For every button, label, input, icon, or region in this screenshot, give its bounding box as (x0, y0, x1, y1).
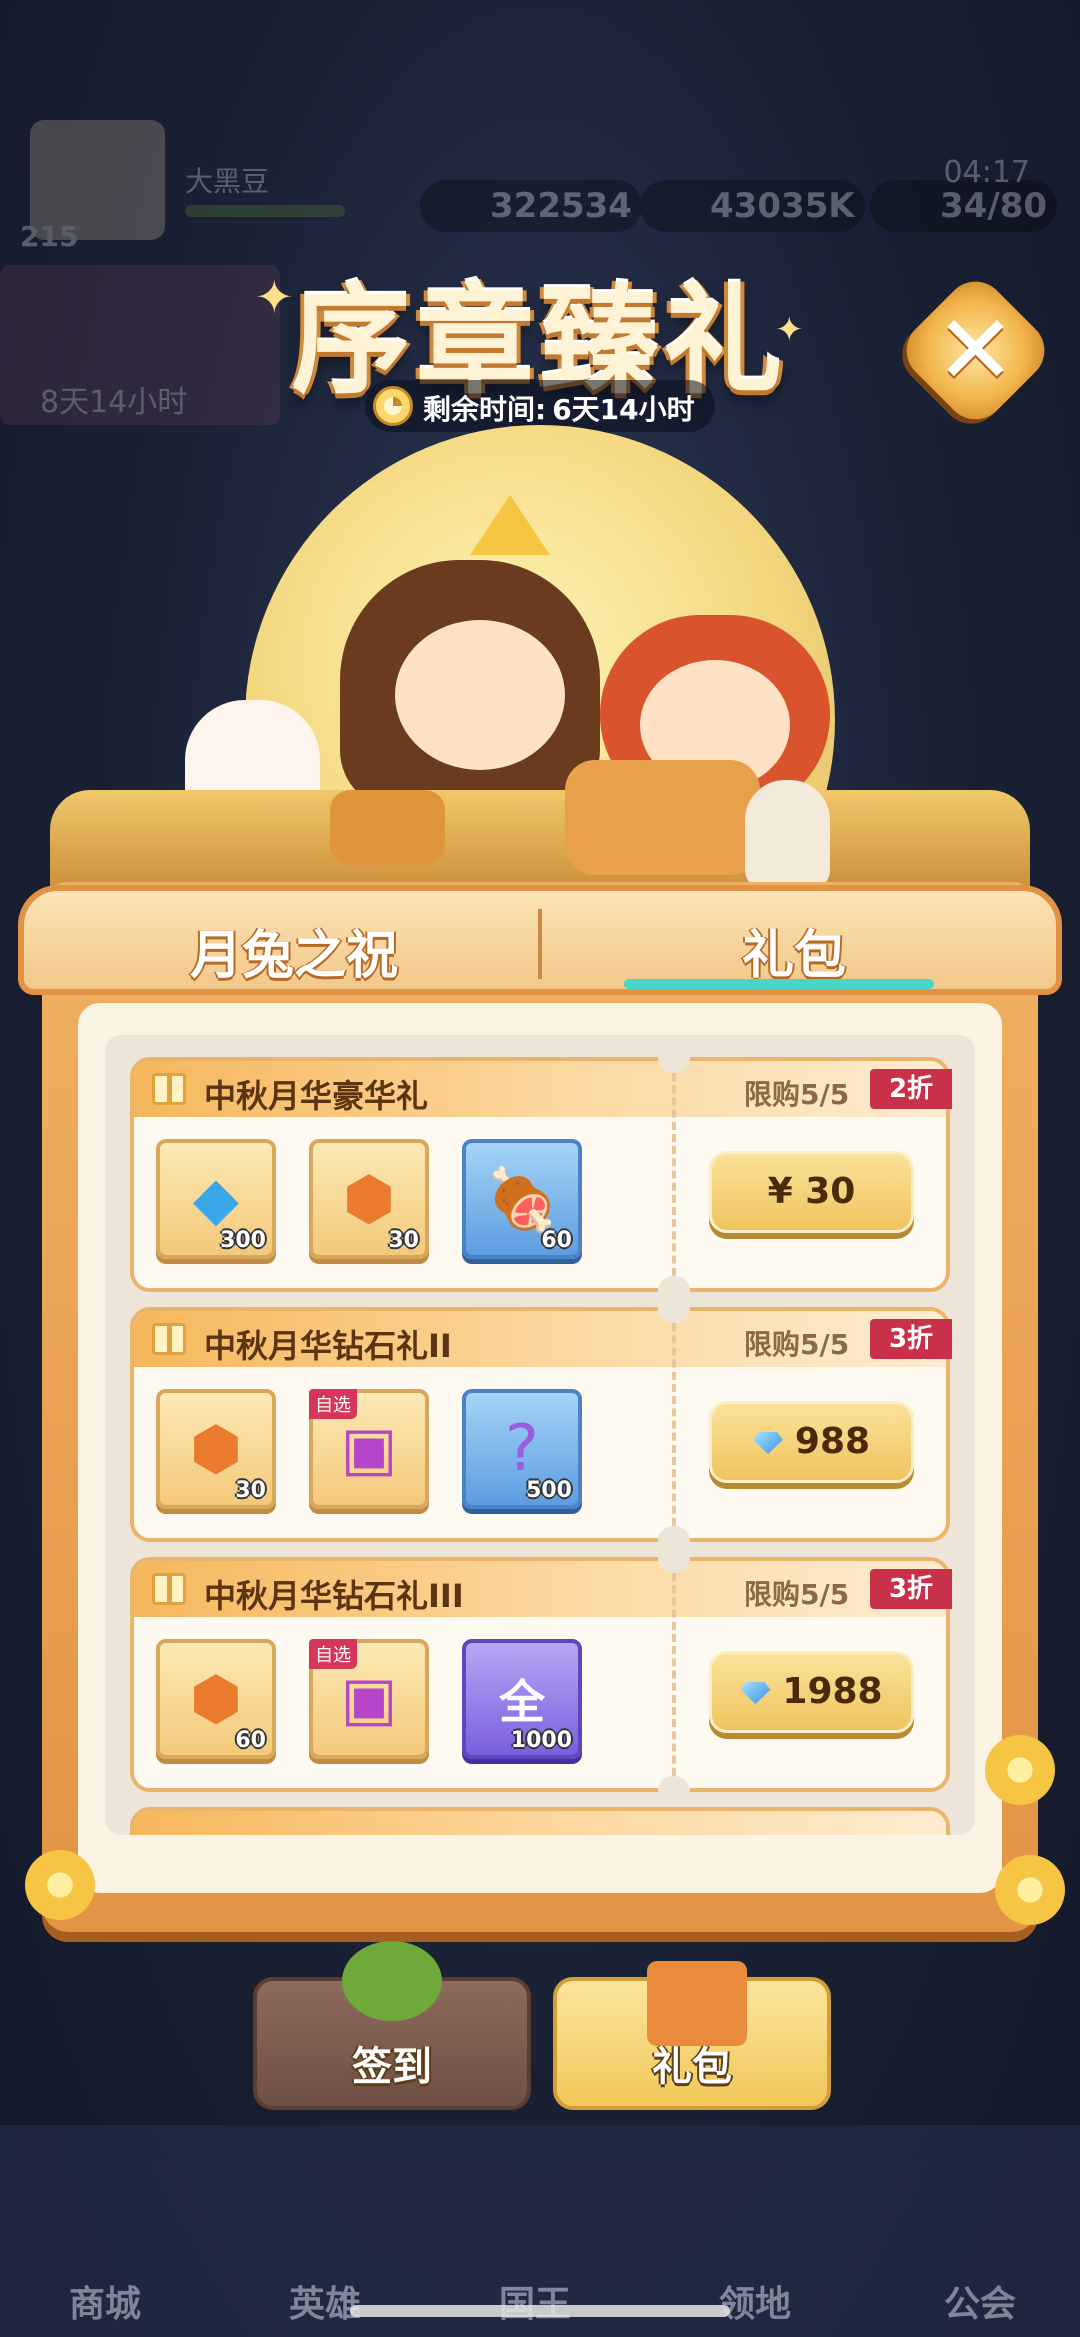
item-qty: 30 (388, 1228, 419, 1253)
pack-card: 中秋月华钻石礼III 限购5/5 3折 ⬢ 60 自选 ▣ 全 1000 198… (130, 1545, 952, 1804)
price-label: 1988 (782, 1671, 883, 1712)
gift-button[interactable]: 礼包 (553, 1961, 831, 2110)
nav-shop: 商城 (68, 2284, 141, 2325)
tab-moon-rabbit[interactable]: 月兔之祝 (64, 913, 524, 986)
pack-title: 中秋月华钻石礼III (204, 1577, 464, 1615)
discount-badge: 3折 (870, 1319, 952, 1359)
signin-label: 签到 (352, 2044, 432, 2090)
king-face (395, 620, 565, 770)
gift-icon (152, 1573, 186, 1605)
purchase-limit: 限购5/5 (744, 1078, 850, 1111)
gift-label: 礼包 (652, 2044, 732, 2090)
reward-item[interactable]: 自选 ▣ (309, 1389, 429, 1509)
price-label: ¥ 30 (767, 1171, 856, 1212)
pack-title: 中秋月华钻石礼II (204, 1327, 452, 1365)
purchase-limit: 限购5/5 (744, 1328, 850, 1361)
item-qty: 1000 (510, 1728, 572, 1753)
notch (658, 1545, 690, 1573)
pack-card (130, 1807, 950, 1835)
item-qty: 60 (235, 1728, 266, 1753)
nav-king: 国王 (460, 2275, 610, 2327)
tab-gift-packs[interactable]: 礼包 (564, 913, 1024, 986)
mystery-chest-icon: ▣ (340, 1664, 398, 1734)
flower-icon (995, 1855, 1065, 1925)
diamond-icon (752, 1432, 783, 1454)
mystery-chest-icon: ▣ (340, 1414, 398, 1484)
item-qty: 300 (220, 1228, 266, 1253)
divider (672, 1561, 676, 1788)
nav-territory: 领地 (718, 2284, 791, 2325)
discount-badge: 2折 (870, 1069, 952, 1109)
crown-icon (470, 495, 550, 555)
item-qty: 60 (541, 1228, 572, 1253)
discount-badge: 3折 (870, 1569, 952, 1609)
buy-button[interactable]: 1988 (709, 1651, 914, 1733)
divider (672, 1311, 676, 1538)
close-icon: ✕ (935, 294, 1016, 406)
nav-heroes: 英雄 (288, 2284, 361, 2325)
gift-icon (152, 1073, 186, 1105)
pack-header (134, 1811, 946, 1835)
tab-divider (538, 909, 542, 979)
gold-counter: 43035K (640, 180, 865, 232)
diamond-icon (740, 1682, 771, 1704)
reward-item[interactable]: ⬢ 60 (156, 1639, 276, 1759)
mooncake-icon (330, 790, 445, 865)
timer-text: 剩余时间: 6天14小时 (423, 388, 695, 428)
pack-card: 中秋月华豪华礼 限购5/5 2折 ◆ 300 ⬢ 30 🍖 60 ¥ 30 (130, 1045, 952, 1304)
top-hud: 215 大黑豆 322534 43035K 34/80 04:17 (0, 110, 1080, 253)
item-qty: 500 (526, 1478, 572, 1503)
exp-bar (185, 205, 345, 217)
player-name: 大黑豆 (185, 165, 270, 198)
flower-icon (25, 1850, 95, 1920)
close-button[interactable]: ✕ (894, 269, 1057, 432)
tree-icon (342, 1941, 442, 2021)
purchase-limit: 限购5/5 (744, 1578, 850, 1611)
timer-value: 6天14小时 (552, 393, 695, 426)
reward-item[interactable]: 自选 ▣ (309, 1639, 429, 1759)
reward-item[interactable]: ◆ 300 (156, 1139, 276, 1259)
clock-icon (373, 386, 413, 426)
pack-card: 中秋月华钻石礼II 限购5/5 3折 ⬢ 30 自选 ▣ ? 500 988 (130, 1295, 952, 1554)
reward-item[interactable]: ⬢ 30 (156, 1389, 276, 1509)
pack-list[interactable]: 中秋月华豪华礼 限购5/5 2折 ◆ 300 ⬢ 30 🍖 60 ¥ 30 中秋… (105, 1035, 975, 1835)
mooncake-icon (565, 760, 760, 875)
notch (658, 1295, 690, 1323)
reward-item[interactable]: ? 500 (462, 1389, 582, 1509)
reward-item[interactable]: ⬢ 30 (309, 1139, 429, 1259)
flower-icon (985, 1735, 1055, 1805)
notch (658, 1776, 690, 1804)
reward-item[interactable]: 🍖 60 (462, 1139, 582, 1259)
home-indicator[interactable] (350, 2305, 730, 2317)
hud-clock: 04:17 (943, 155, 1030, 190)
tab-bar: 月兔之祝 礼包 (18, 885, 1062, 995)
gift-icon (152, 1323, 186, 1355)
signin-button[interactable]: 签到 (253, 1941, 531, 2110)
nav-guild: 公会 (943, 2284, 1016, 2325)
divider (672, 1061, 676, 1288)
price-label: 988 (794, 1421, 871, 1462)
vase-icon (745, 780, 830, 890)
timer-label: 剩余时间: (423, 393, 547, 426)
gem-counter: 322534 (420, 180, 642, 232)
item-qty: 30 (235, 1478, 266, 1503)
notch (658, 1045, 690, 1073)
active-tab-indicator (624, 979, 934, 989)
buy-button[interactable]: ¥ 30 (709, 1151, 914, 1233)
reward-item[interactable]: 全 1000 (462, 1639, 582, 1759)
pack-title: 中秋月华豪华礼 (204, 1077, 429, 1115)
buy-button[interactable]: 988 (709, 1401, 914, 1483)
